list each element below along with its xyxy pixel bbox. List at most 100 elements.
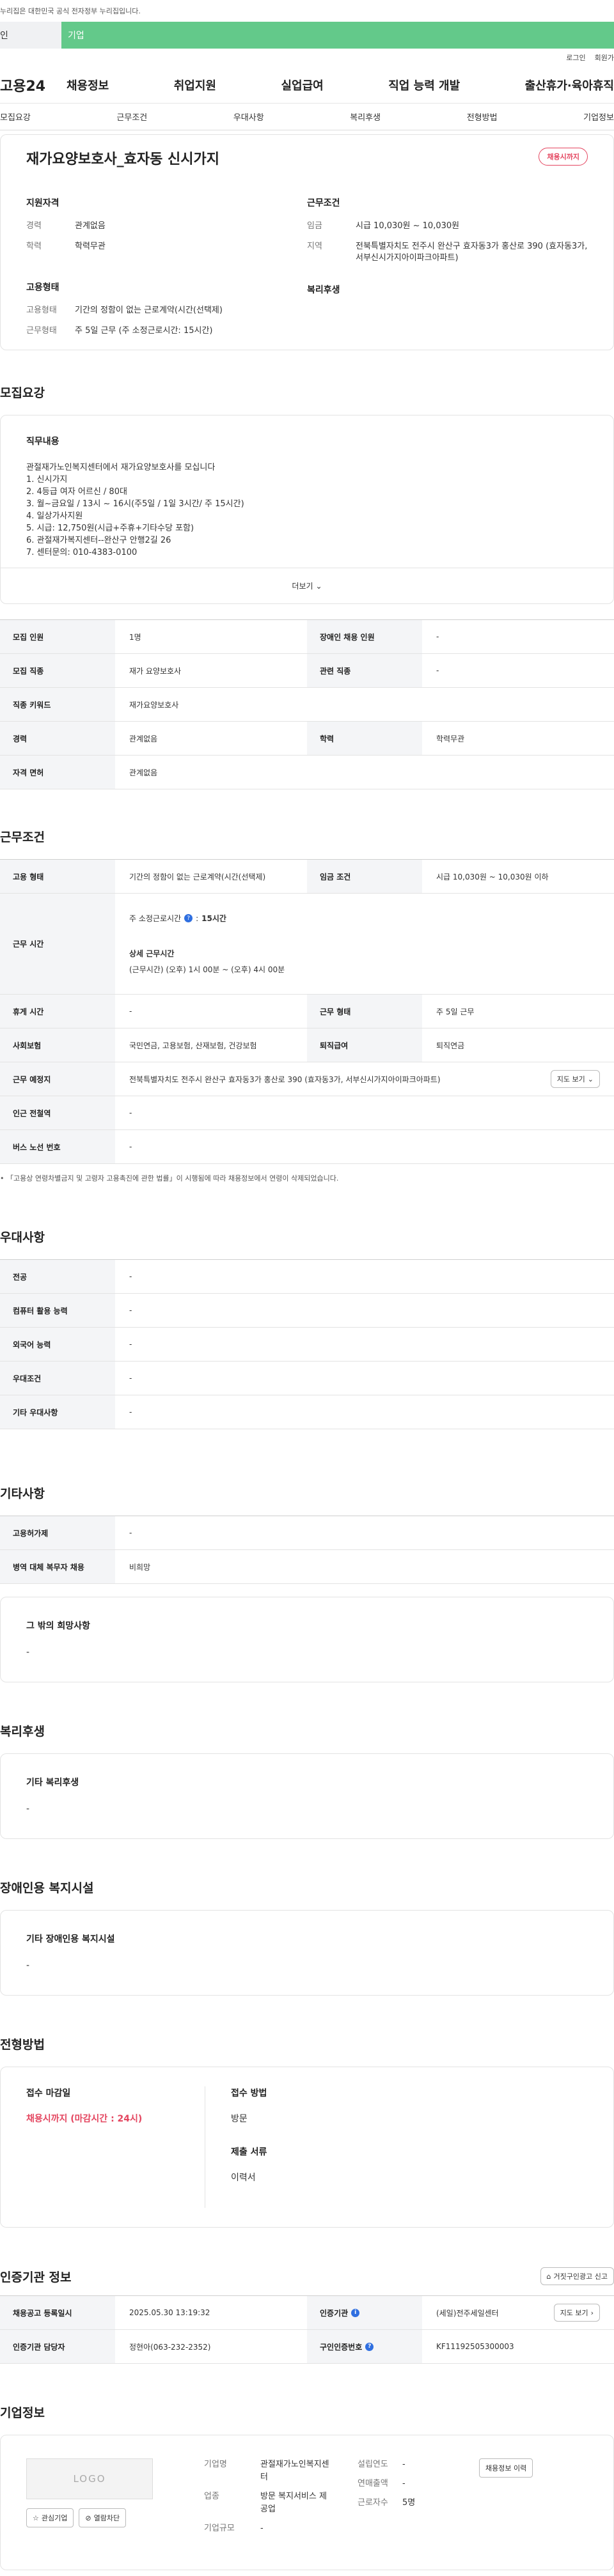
revenue-value: - [402,2479,405,2488]
table-header: 학력 [307,722,422,755]
anchor-company[interactable]: 기업정보 [583,111,614,123]
company-field: 기업규모 - [204,2522,332,2535]
table-row: 근무 시간 주 소정근로시간 ? : 15시간 상세 근무시간 (근무시간) (… [0,894,614,995]
location-cell: 전북특별자치도 전주시 완산구 효자동3가 홍산로 390 (효자동3가, 서부… [115,1062,614,1096]
founded-label: 설립연도 [358,2460,388,2469]
table-cell: 1명 [129,632,141,642]
table-cell: 관계없음 [129,734,158,743]
detail-hours-value: (근무시간) (오후) 1시 00분 ~ (오후) 4시 00분 [129,965,285,974]
anchor-welfare[interactable]: 복리후생 [350,111,381,123]
job-description-card: 직무내용 관절재가노인복지센터에서 재가요양보호사를 모십니다 1. 신시가지 … [0,415,614,604]
desc-line: 5. 시급: 12,750원(시급+주휴+기타수당 포함) [26,524,194,533]
join-link[interactable]: 회원가 [595,52,614,63]
star-icon: ☆ [33,2513,39,2522]
info-icon[interactable]: i [351,2308,360,2317]
block-view-button[interactable]: ⊘ 열람차단 [79,2508,127,2527]
work-region-label: 지역 [307,242,322,251]
table-cell: - [436,632,439,641]
desc-line: 관절재가노인복지센터에서 재가요양보호사를 모십니다 [26,463,216,472]
process-card: 접수 마감일 채용시까지 (마감시간 : 24시) 접수 방법 방문 제출 서류… [0,2067,614,2228]
agency-value: (세일)전주세일센터 [436,2308,499,2318]
work-region: 지역 전북특별자치도 전주시 완산구 효자동3가 홍산로 390 (효자동3가, … [307,241,588,264]
method-title: 접수 방법 [231,2088,267,2099]
table-row: 모집 인원 1명 장애인 채용 인원 - [0,620,614,654]
table-header: 퇴직급여 [307,1028,422,1062]
table-header: 인근 전철역 [0,1096,115,1129]
table-row: 경력 관계없음 학력 학력무관 [0,722,614,756]
company-name-value: 관절재가노인복지센터 [260,2460,329,2482]
tab-personal-label: 인 [0,31,8,41]
help-icon[interactable]: ? [365,2342,374,2351]
welfare-title: 복리후생 [307,285,340,295]
false-ad-report-button[interactable]: ⌂ 거짓구인광고 신고 [540,2267,614,2285]
login-link[interactable]: 로그인 [566,52,585,63]
work-form-value: 주 5일 근무 (주 소정근로시간: 15시간) [75,326,213,336]
etc-table: 고용허가제 - 병역 대체 복무자 채용 비희망 [0,1516,614,1584]
gnb-item-jobs[interactable]: 채용정보 [67,77,109,93]
anchor-recruit[interactable]: 모집요강 [0,111,31,123]
table-row: 인증기관 담당자 정현아(063-232-2352) 구인인증번호? KF111… [0,2330,614,2364]
company-field: 업종 방문 복지서비스 제공업 [204,2490,332,2516]
block-icon: ⊘ [85,2513,91,2522]
age-note-text: 「고용상 연령차별금지 및 고령자 고용촉진에 관한 법률」이 시행됨에 따라 … [6,1174,339,1183]
hiring-history-button[interactable]: 채용정보 이력 [479,2458,533,2478]
work-form: 근무형태 주 5일 근무 (주 소정근로시간: 15시간) [26,325,307,337]
deadline-badge: 채용시까지 [539,148,588,166]
age-discrimination-note: • 「고용상 연령차별금지 및 고령자 고용촉진에 관한 법률」이 시행됨에 따… [0,1174,339,1183]
table-cell: 2025.05.30 13:19:32 [129,2308,210,2317]
qualification-title: 지원자격 [26,198,59,208]
table-cell: - [129,1142,132,1151]
other-wishes-title: 그 밖의 희망사항 [26,1621,90,1631]
welfare-card-value: - [26,1804,30,1814]
table-cell: - [436,666,439,675]
welfare-card: 기타 복리후생 - [0,1753,614,1839]
site-logo[interactable]: 고용24 [0,75,67,95]
table-cell: 정현아(063-232-2352) [129,2342,211,2352]
location-value: 전북특별자치도 전주시 완산구 효자동3가 홍산로 390 (효자동3가, 서부… [129,1075,441,1084]
table-header: 기타 우대사항 [0,1395,115,1429]
gnb-item-unemployment[interactable]: 실업급여 [281,77,324,93]
table-row: 근무 예정지 전북특별자치도 전주시 완산구 효자동3가 홍산로 390 (효자… [0,1062,614,1096]
map-view-label: 지도 보기 [556,1075,585,1083]
anchor-conditions[interactable]: 근무조건 [116,111,147,123]
method-value: 방문 [231,2114,248,2124]
detail-hours-label: 상세 근무시간 [129,949,175,958]
gnb-item-training[interactable]: 직업 능력 개발 [388,77,460,93]
table-header: 전공 [0,1260,115,1293]
hiring-history-label: 채용정보 이력 [485,2464,527,2472]
deadline-value: 채용시까지 (마감시간 : 24시) [26,2114,143,2124]
table-header: 근무 예정지 [0,1062,115,1096]
chevron-right-icon: › [590,2308,594,2317]
desc-line: 2. 4등급 여자 어르신 / 80대 [26,487,127,497]
tab-personal[interactable]: 인 [0,22,61,49]
anchor-preference[interactable]: 우대사항 [233,111,264,123]
gnb-item-parental-leave[interactable]: 출산휴가·육아휴직 [525,77,614,93]
favorite-company-label: 관심기업 [41,2514,68,2522]
table-header: 고용 형태 [0,860,115,893]
preference-table: 전공 - 컴퓨터 활용 능력 - 외국어 능력 - 우대조건 - 기타 우대사항 - [0,1259,614,1429]
industry-value: 방문 복지서비스 제공업 [260,2492,327,2514]
employees-value: 5명 [402,2498,416,2508]
weekly-hours-label: 주 소정근로시간 [129,914,182,923]
section-title-disability: 장애인용 복지시설 [0,1881,94,1895]
map-view-button[interactable]: 지도 보기 ⌄ [550,1070,600,1088]
user-type-tabs: 인 기업 [0,22,614,49]
agency-map-button[interactable]: 지도 보기 › [553,2304,600,2322]
more-button[interactable]: 더보기 ⌄ [1,568,613,603]
gnb-item-employment-support[interactable]: 취업지원 [174,77,216,93]
favorite-company-button[interactable]: ☆ 관심기업 [26,2508,74,2527]
info-icon[interactable]: ? [184,914,193,922]
anchor-process[interactable]: 전형방법 [467,111,498,123]
table-header: 경력 [0,722,115,755]
work-hours-cell: 주 소정근로시간 ? : 15시간 상세 근무시간 (근무시간) (오후) 1시… [129,913,285,975]
deadline-column: 접수 마감일 채용시까지 (마감시간 : 24시) [26,2086,205,2208]
table-header: 직종 키워드 [0,688,115,721]
tab-company[interactable]: 기업 [61,22,614,49]
table-header: 관련 직종 [307,654,422,687]
company-card: LOGO ☆ 관심기업 ⊘ 열람차단 기업명 관절재가노인복지센터 업종 방문 복지서비… [0,2435,614,2570]
agency-header-label: 인증기관 [320,2308,349,2318]
disability-card: 기타 장애인용 복지시설 - [0,1910,614,1996]
table-cell: 관계없음 [129,768,158,777]
table-cell: 퇴직연금 [436,1041,465,1050]
utility-menu: 로그인 회원가 [0,49,614,66]
